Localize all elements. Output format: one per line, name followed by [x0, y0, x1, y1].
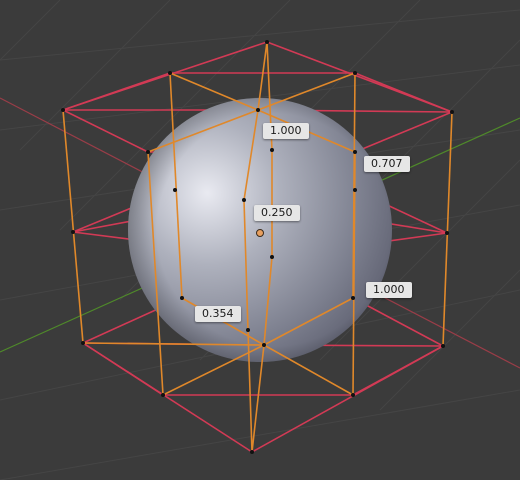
weight-label-top: 1.000: [263, 123, 309, 139]
object-origin[interactable]: [256, 229, 264, 237]
weight-label-lower-left: 0.354: [195, 306, 241, 322]
weight-label-right: 1.000: [366, 282, 412, 298]
weight-label-center: 0.250: [254, 205, 300, 221]
3d-viewport[interactable]: 1.000 0.707 0.250 1.000 0.354: [0, 0, 520, 480]
viewport-scene[interactable]: [0, 0, 520, 480]
weight-label-upper-right: 0.707: [364, 156, 410, 172]
